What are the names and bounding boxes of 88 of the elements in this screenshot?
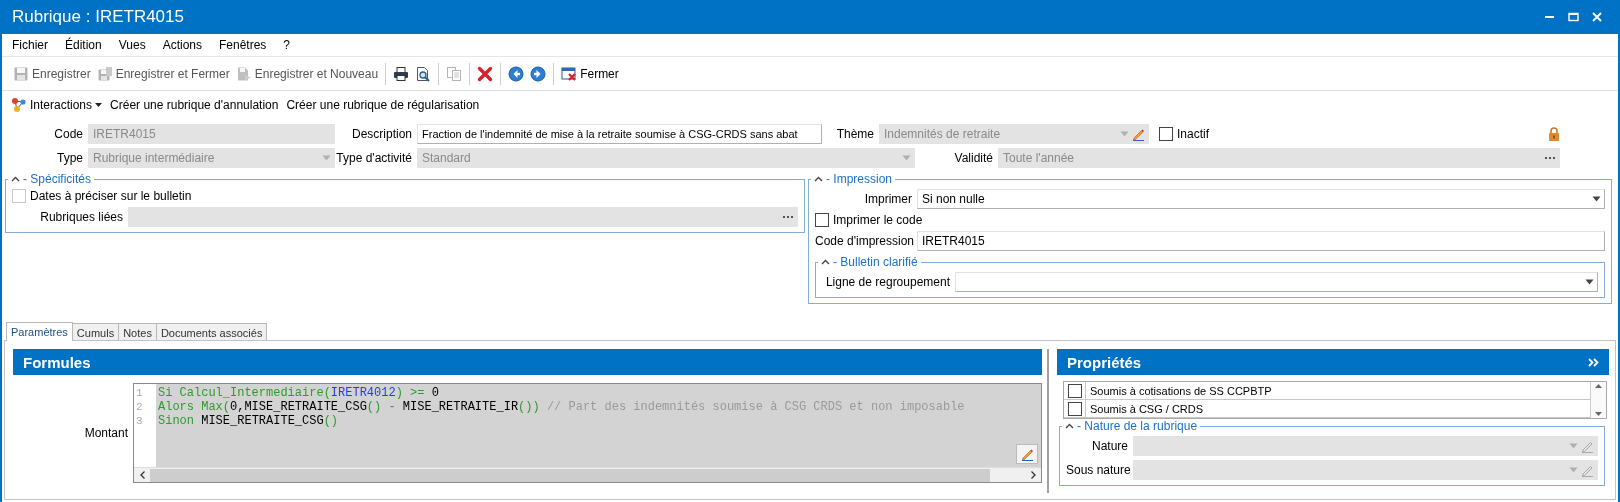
expand-button[interactable]: [1588, 357, 1599, 367]
ellipsis-icon: [782, 215, 794, 219]
group-title: - Bulletin clarifié: [833, 255, 918, 269]
ellipsis-icon: [1544, 156, 1556, 160]
pencil-icon: [1020, 447, 1034, 461]
menu-item[interactable]: Fichier: [12, 38, 48, 52]
code-line: Sinon MISE_RETRAITE_CSG(): [158, 414, 340, 428]
action-button[interactable]: Créer une rubrique de régularisation: [285, 93, 481, 116]
window-title: Rubrique : IRETR4015: [12, 7, 185, 27]
field-label: Montant: [83, 426, 128, 440]
floppy-disk-icon: [235, 65, 252, 82]
network-icon: [11, 96, 27, 113]
chevron-icon[interactable]: [11, 176, 20, 182]
code-editor[interactable]: 1 2 3 Si Calcul_Intermediaire(IRETR4012) >= 0 Alors Max(0,MISE_RETRAITE_CSG() - MISE_RETRAITE_IR()) // Part des indemnités soumise à CSG CRDS et non imposable Sinon MISE_RETRAITE_CSG(): [133, 383, 1042, 483]
chevron-icon[interactable]: [814, 176, 823, 182]
double-chevron-icon: [1588, 357, 1599, 367]
caret-icon: [322, 155, 331, 161]
caret-icon: [95, 102, 103, 107]
property-label: Soumis à CSG / CRDS: [1089, 401, 1204, 417]
close-icon: [1592, 12, 1602, 22]
menu-item[interactable]: Vues: [118, 38, 146, 52]
field-label: Nature: [1090, 439, 1128, 453]
chevron-icon[interactable]: [821, 259, 830, 265]
tab[interactable]: Paramètres: [6, 322, 73, 341]
group-title: - Nature de la rubrique: [1077, 419, 1198, 433]
line-number: 3: [135, 414, 144, 428]
checkbox[interactable]: [1067, 401, 1082, 416]
page-magnifier-icon: [415, 65, 432, 82]
down-arrow-icon: [1595, 412, 1602, 416]
panel-title: Propriétés: [1067, 353, 1143, 371]
copy-icon: [446, 65, 463, 82]
caret-icon: [1585, 279, 1594, 285]
caret-icon: [1569, 467, 1578, 473]
interactions-button[interactable]: Interactions: [10, 93, 104, 116]
field-label: Description: [350, 127, 412, 141]
menu-item[interactable]: ?: [283, 38, 291, 52]
action-button[interactable]: Créer une rubrique d'annulation: [109, 93, 280, 116]
field-label: Validité: [953, 151, 993, 165]
edit-button[interactable]: [1016, 444, 1038, 464]
checkbox[interactable]: [1159, 127, 1173, 141]
checkbox-label: Dates à préciser sur le bulletin: [30, 189, 192, 203]
back-icon: [508, 65, 525, 82]
minimize-icon: [1544, 16, 1554, 18]
text-field[interactable]: Fraction de l'indemnité de mise à la retraite soumise à CSG-CRDS sans abat: [417, 124, 822, 144]
checkbox-label: Inactif: [1177, 127, 1209, 141]
tab[interactable]: Notes: [118, 323, 157, 341]
maximize-icon: [1567, 12, 1579, 22]
caret-icon: [1569, 443, 1578, 449]
property-label: Soumis à cotisations de SS CCPBTP: [1089, 383, 1272, 399]
printer-icon: [393, 65, 410, 82]
menu-item[interactable]: Édition: [65, 38, 102, 52]
forward-icon: [530, 65, 547, 82]
field-label: Type d'activité: [335, 151, 412, 165]
checkbox-label: Imprimer le code: [833, 213, 923, 227]
field-label: Code: [53, 127, 83, 141]
up-arrow-icon: [1595, 384, 1602, 388]
code-line: Alors Max(0,MISE_RETRAITE_CSG() - MISE_RETRAITE_IR()) // Part des indemnités soumise à CSG CRDS et non imposable: [158, 400, 965, 414]
field-label: Type: [56, 151, 83, 165]
close-form-button[interactable]: Fermer: [558, 61, 622, 86]
caret-icon: [1592, 196, 1601, 202]
menu-item[interactable]: Fenêtres: [219, 38, 267, 52]
panel-header: Formules: [13, 349, 1042, 375]
code-line: Si Calcul_Intermediaire(IRETR4012) >= 0: [158, 386, 440, 400]
dropdown[interactable]: Si non nulle: [917, 189, 1605, 209]
group-title: - Spécificités: [23, 172, 92, 186]
field-label: Thème: [835, 127, 874, 141]
field-label: Code d'impression: [815, 234, 912, 248]
field-label: Imprimer: [863, 192, 912, 206]
field-label: Ligne de regroupement: [824, 275, 950, 289]
chevron-icon[interactable]: [1065, 423, 1074, 429]
tab[interactable]: Documents associés: [155, 323, 268, 341]
group-title: - Impression: [826, 172, 893, 186]
checkbox[interactable]: [815, 213, 829, 227]
tab[interactable]: Cumuls: [71, 323, 120, 341]
checkbox[interactable]: [1067, 383, 1082, 398]
text-field[interactable]: IRETR4015: [917, 231, 1605, 251]
caret-icon: [902, 155, 911, 161]
field-label: Sous nature: [1066, 463, 1128, 477]
horizontal-scrollbar[interactable]: [134, 467, 1041, 482]
field-label: Rubriques liées: [39, 210, 123, 224]
line-number: 2: [135, 400, 144, 414]
caret-icon: [1120, 131, 1129, 137]
close-window-icon: [561, 65, 578, 82]
delete-icon: [477, 65, 494, 82]
menu-item[interactable]: Actions: [162, 38, 202, 52]
vertical-scrollbar[interactable]: [1590, 382, 1606, 418]
line-number: 1: [135, 386, 144, 400]
floppy-disk-icon: [96, 65, 113, 82]
